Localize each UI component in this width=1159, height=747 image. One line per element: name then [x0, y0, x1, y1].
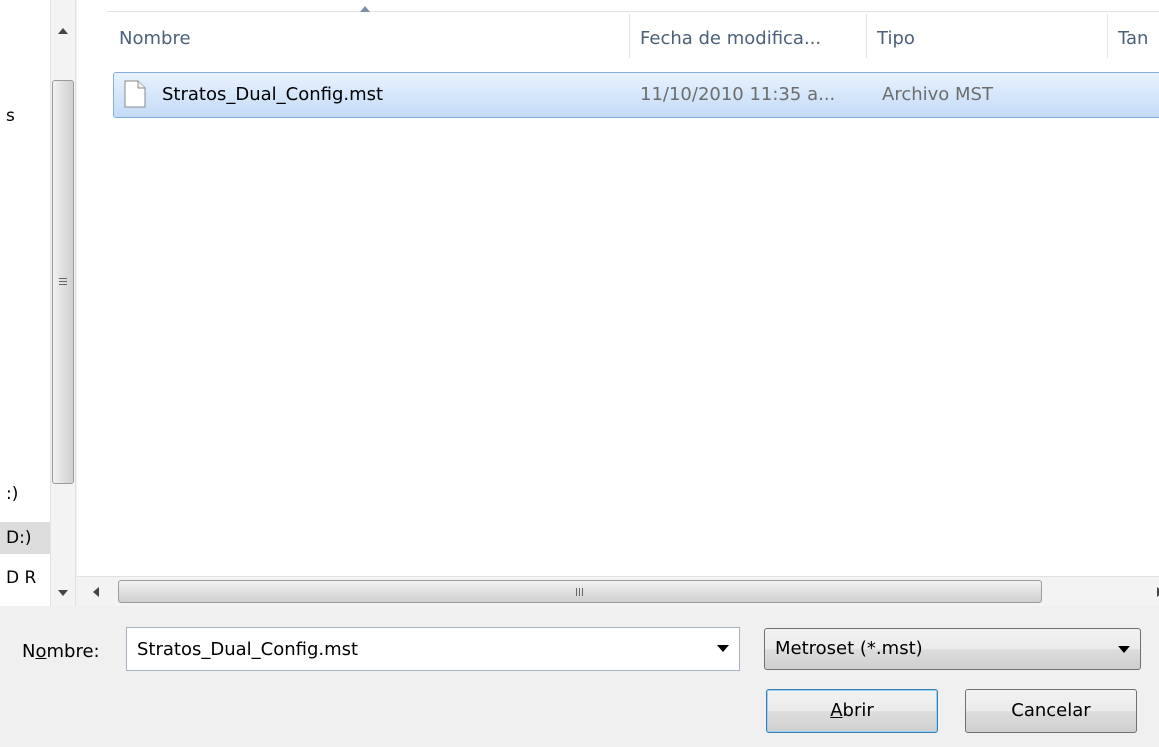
scroll-up-button[interactable] — [51, 16, 75, 46]
document-icon — [124, 80, 146, 108]
open-button[interactable]: Abrir — [766, 689, 938, 733]
arrow-left-icon — [93, 587, 99, 597]
file-row[interactable]: Stratos_Dual_Config.mst 11/10/2010 11:35… — [113, 72, 1159, 118]
nav-item-drive-d[interactable]: D:) — [0, 522, 50, 554]
file-list[interactable]: Nombre Fecha de modifica... Tipo Tan Str… — [77, 0, 1159, 576]
sort-ascending-icon — [360, 6, 370, 12]
column-header-date[interactable]: Fecha de modifica... — [630, 24, 866, 54]
scroll-left-button[interactable] — [83, 577, 109, 607]
nav-item-label: D:) — [6, 528, 32, 548]
nav-item-label: D R — [6, 568, 37, 588]
filename-combobox[interactable] — [126, 627, 740, 671]
cancel-button[interactable]: Cancelar — [965, 689, 1137, 733]
column-header-row: Nombre Fecha de modifica... Tipo Tan — [77, 0, 1159, 58]
file-type-cell: Archivo MST — [882, 84, 993, 105]
nav-vertical-scrollbar[interactable] — [50, 0, 76, 606]
file-type-select[interactable]: Metroset (*.mst) — [764, 628, 1141, 670]
file-type-value: Metroset (*.mst) — [775, 638, 923, 659]
file-name-cell: Stratos_Dual_Config.mst — [162, 84, 384, 105]
arrow-up-icon — [58, 28, 68, 34]
column-header-type[interactable]: Tipo — [867, 24, 1107, 54]
nav-item-folder[interactable]: s — [0, 100, 50, 132]
filename-input[interactable] — [127, 628, 697, 670]
scroll-down-button[interactable] — [51, 578, 75, 608]
nav-item-label: :) — [6, 484, 19, 504]
grip-icon — [576, 587, 583, 596]
arrow-down-icon — [58, 590, 68, 596]
vertical-scroll-thumb[interactable] — [52, 80, 74, 484]
navigation-pane: s :) D:) D R — [0, 0, 50, 606]
scroll-right-button[interactable] — [1147, 577, 1159, 607]
nav-item-label: s — [6, 106, 15, 126]
nav-item-drive-c[interactable]: :) — [0, 478, 50, 510]
nav-item-dvd-drive[interactable]: D R — [0, 562, 50, 594]
file-list-horizontal-scrollbar[interactable] — [77, 576, 1159, 606]
chevron-down-icon — [1118, 646, 1130, 653]
column-header-name[interactable]: Nombre — [109, 24, 629, 54]
column-header-size[interactable]: Tan — [1108, 24, 1159, 54]
filename-label: Nombre: — [22, 641, 100, 662]
file-date-cell: 11/10/2010 11:35 a... — [640, 84, 836, 105]
horizontal-scroll-thumb[interactable] — [118, 580, 1042, 603]
grip-icon — [59, 278, 67, 285]
chevron-down-icon[interactable] — [717, 645, 729, 652]
